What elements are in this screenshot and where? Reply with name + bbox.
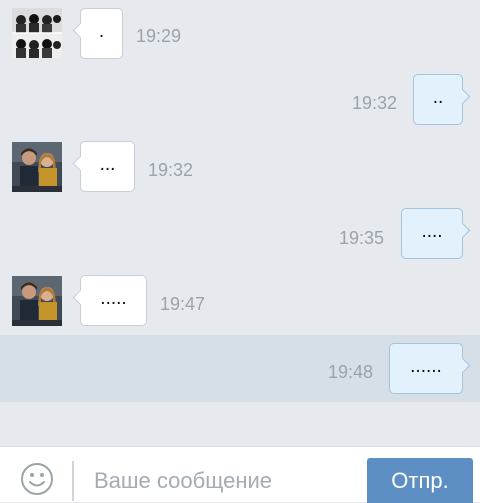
message-row[interactable]: . 19:29 <box>0 0 480 66</box>
message-row[interactable]: 19:35 .... <box>0 200 480 267</box>
composer-divider <box>72 461 74 501</box>
bubble-tail <box>72 289 89 306</box>
composer: Отпр. <box>0 446 480 503</box>
message-time: 19:32 <box>352 93 398 113</box>
message-bubble[interactable]: ..... <box>72 275 147 326</box>
avatar[interactable] <box>12 276 62 326</box>
bubble-tail <box>72 155 89 172</box>
bubble-tail <box>454 357 471 374</box>
message-bubble[interactable]: ...... <box>389 343 471 394</box>
message-row[interactable]: ..... 19:47 <box>0 267 480 335</box>
message-time: 19:35 <box>339 228 385 248</box>
message-text: .. <box>432 86 444 108</box>
message-bubble[interactable]: .... <box>401 208 471 259</box>
message-input[interactable] <box>84 461 354 501</box>
message-time: 19:29 <box>136 26 182 46</box>
smiley-icon[interactable] <box>20 462 54 496</box>
bubble-tail <box>72 22 89 39</box>
bubble-tail <box>454 88 471 105</box>
message-bubble[interactable]: . <box>72 8 123 59</box>
message-text: ... <box>99 153 116 175</box>
message-list[interactable]: . 19:29 19:32 .. ... 19:32 19:35 .... ..… <box>0 0 480 446</box>
message-time: 19:32 <box>148 160 194 180</box>
avatar[interactable] <box>12 8 62 58</box>
message-row-selected[interactable]: 19:48 ...... <box>0 335 480 402</box>
message-bubble[interactable]: ... <box>72 141 135 192</box>
avatar[interactable] <box>12 142 62 192</box>
message-text: ...... <box>410 355 442 377</box>
message-time: 19:48 <box>328 362 374 382</box>
message-text: ..... <box>100 287 127 309</box>
bubble-tail <box>454 222 471 239</box>
message-text: .... <box>421 220 443 242</box>
message-time: 19:47 <box>160 294 206 314</box>
send-button[interactable]: Отпр. <box>367 458 473 503</box>
message-row[interactable]: ... 19:32 <box>0 133 480 200</box>
message-text: . <box>98 20 105 42</box>
message-row[interactable]: 19:32 .. <box>0 66 480 133</box>
message-bubble[interactable]: .. <box>413 74 471 125</box>
